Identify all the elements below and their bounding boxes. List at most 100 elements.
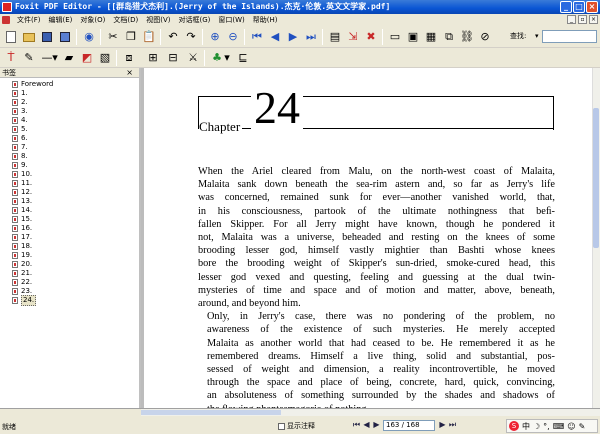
bookmark-label: 17. bbox=[21, 233, 33, 241]
bookmark-item[interactable]: 5. bbox=[0, 125, 139, 134]
group-icon[interactable]: ⊞ bbox=[145, 50, 161, 66]
bookmark-item[interactable]: 8. bbox=[0, 152, 139, 161]
bookmark-item[interactable]: Foreword bbox=[0, 80, 139, 89]
page-number-field[interactable]: 163 / 168 bbox=[383, 420, 435, 431]
menu-document[interactable]: 文档(D) bbox=[109, 14, 142, 26]
extract-page-icon[interactable]: ⇲ bbox=[345, 29, 361, 45]
bookmark-item[interactable]: 11. bbox=[0, 179, 139, 188]
insert-page-icon[interactable]: ▤ bbox=[327, 29, 343, 45]
bring-front-icon[interactable]: ⧈ bbox=[121, 50, 137, 66]
properties-icon[interactable]: ◉ bbox=[81, 29, 97, 45]
close-button[interactable]: × bbox=[586, 1, 598, 13]
doc-close-icon[interactable]: × bbox=[589, 15, 598, 24]
zoom-in-icon[interactable]: ⊕ bbox=[207, 29, 223, 45]
align-icon[interactable]: ⊑ bbox=[235, 50, 251, 66]
vertical-scrollbar[interactable] bbox=[592, 68, 600, 408]
save-icon[interactable] bbox=[39, 29, 55, 45]
document-view[interactable]: 24 Chapter When the Ariel cleared from M… bbox=[141, 68, 600, 408]
help-icon[interactable]: ⊘ bbox=[477, 29, 493, 45]
bookmark-item[interactable]: 12. bbox=[0, 188, 139, 197]
previous-page-icon[interactable]: ◀ bbox=[267, 29, 283, 45]
menu-dialog[interactable]: 对话框(G) bbox=[175, 14, 215, 26]
bookmark-item[interactable]: 15. bbox=[0, 215, 139, 224]
ime-moon-icon[interactable]: ☽ bbox=[533, 422, 540, 431]
horizontal-scroll-thumb[interactable] bbox=[141, 410, 281, 415]
ime-tools-icon[interactable]: ✎ bbox=[579, 422, 586, 431]
paste-icon[interactable]: 📋 bbox=[141, 29, 157, 45]
open-folder-icon[interactable] bbox=[21, 29, 37, 45]
bookmark-item[interactable]: 17. bbox=[0, 233, 139, 242]
crop-tool-icon[interactable]: ⧉ bbox=[441, 29, 457, 45]
rectangle-tool-icon[interactable]: ▰ bbox=[61, 50, 77, 66]
link-tool-icon[interactable]: ⛓ bbox=[459, 29, 475, 45]
copy-icon[interactable]: ❐ bbox=[123, 29, 139, 45]
zoom-out-icon[interactable]: ⊖ bbox=[225, 29, 241, 45]
bookmark-item[interactable]: 9. bbox=[0, 161, 139, 170]
prev-page-nav-icon[interactable]: ◀ bbox=[362, 420, 371, 430]
last-page-icon[interactable]: ⏭ bbox=[303, 29, 319, 45]
vertical-scroll-thumb[interactable] bbox=[593, 108, 599, 248]
redo-icon[interactable]: ↷ bbox=[183, 29, 199, 45]
line-dropdown-icon[interactable]: ▾ bbox=[51, 50, 59, 66]
next-page-nav-icon-2[interactable]: ▶ bbox=[438, 420, 447, 430]
next-page-icon[interactable]: ▶ bbox=[285, 29, 301, 45]
show-notes-toggle[interactable]: 显示注释 bbox=[278, 421, 315, 431]
delete-page-icon[interactable]: ✖ bbox=[363, 29, 379, 45]
bookmark-item[interactable]: 10. bbox=[0, 170, 139, 179]
last-page-nav-icon[interactable]: ⏭ bbox=[448, 420, 457, 430]
save-as-icon[interactable] bbox=[57, 29, 73, 45]
bookmarks-close-icon[interactable]: × bbox=[126, 68, 133, 78]
ungroup-icon[interactable]: ⊟ bbox=[165, 50, 181, 66]
color-dropdown-icon[interactable]: ▾ bbox=[223, 50, 231, 66]
ime-toolbar[interactable]: S 中 ☽ °, ⌨ ☺ ✎ bbox=[506, 419, 598, 433]
bookmark-item[interactable]: 2. bbox=[0, 98, 139, 107]
minimize-button[interactable]: _ bbox=[560, 1, 572, 13]
bookmark-item[interactable]: 19. bbox=[0, 251, 139, 260]
shape-tool-icon[interactable]: ▦ bbox=[423, 29, 439, 45]
bookmark-item[interactable]: 14. bbox=[0, 206, 139, 215]
menu-file[interactable]: 文件(F) bbox=[13, 14, 45, 26]
bookmark-item[interactable]: 1. bbox=[0, 89, 139, 98]
menu-view[interactable]: 视图(V) bbox=[142, 14, 174, 26]
search-dropdown-icon[interactable]: ▾ bbox=[535, 32, 539, 40]
image-insert-icon[interactable]: ▧ bbox=[97, 50, 113, 66]
doc-minimize-icon[interactable]: _ bbox=[567, 15, 576, 24]
bookmark-item[interactable]: 6. bbox=[0, 134, 139, 143]
bookmark-item[interactable]: 13. bbox=[0, 197, 139, 206]
menu-window[interactable]: 窗口(W) bbox=[214, 14, 248, 26]
first-page-nav-icon[interactable]: ⏮ bbox=[352, 420, 361, 430]
scissors-tool-icon[interactable]: ⚔ bbox=[185, 50, 201, 66]
menu-edit[interactable]: 编辑(E) bbox=[45, 14, 77, 26]
maximize-button[interactable]: □ bbox=[573, 1, 585, 13]
doc-restore-icon[interactable]: ▫ bbox=[578, 15, 587, 24]
typewriter-icon[interactable]: Ṫ bbox=[3, 50, 19, 66]
menu-object[interactable]: 对象(O) bbox=[76, 14, 109, 26]
ime-keyboard-icon[interactable]: ⌨ bbox=[553, 422, 565, 431]
undo-icon[interactable]: ↶ bbox=[165, 29, 181, 45]
image-tool-icon[interactable]: ▣ bbox=[405, 29, 421, 45]
next-page-nav-icon[interactable]: ▶ bbox=[372, 420, 381, 430]
bookmark-item[interactable]: 18. bbox=[0, 242, 139, 251]
document-menu-icon[interactable] bbox=[2, 16, 10, 24]
new-document-icon[interactable] bbox=[3, 29, 19, 45]
first-page-icon[interactable]: ⏮ bbox=[249, 29, 265, 45]
cut-icon[interactable]: ✂ bbox=[105, 29, 121, 45]
bookmark-item[interactable]: 24. bbox=[0, 295, 139, 306]
search-input[interactable] bbox=[542, 30, 597, 43]
ime-mode-label[interactable]: 中 bbox=[522, 421, 530, 432]
bookmark-item[interactable]: 16. bbox=[0, 224, 139, 233]
bookmark-item[interactable]: 7. bbox=[0, 143, 139, 152]
ime-user-icon[interactable]: ☺ bbox=[567, 422, 575, 431]
bookmark-item[interactable]: 22. bbox=[0, 278, 139, 287]
ime-punct-icon[interactable]: °, bbox=[543, 422, 550, 431]
bookmark-item[interactable]: 21. bbox=[0, 269, 139, 278]
bookmark-item[interactable]: 4. bbox=[0, 116, 139, 125]
menu-help[interactable]: 帮助(H) bbox=[249, 14, 282, 26]
bookmark-item[interactable]: 20. bbox=[0, 260, 139, 269]
text-tool-icon[interactable]: ▭ bbox=[387, 29, 403, 45]
pencil-icon[interactable]: ✎ bbox=[21, 50, 37, 66]
object-tool-icon[interactable]: ◩ bbox=[79, 50, 95, 66]
horizontal-scrollbar[interactable] bbox=[141, 409, 600, 416]
show-notes-checkbox[interactable] bbox=[278, 422, 285, 430]
bookmark-item[interactable]: 3. bbox=[0, 107, 139, 116]
